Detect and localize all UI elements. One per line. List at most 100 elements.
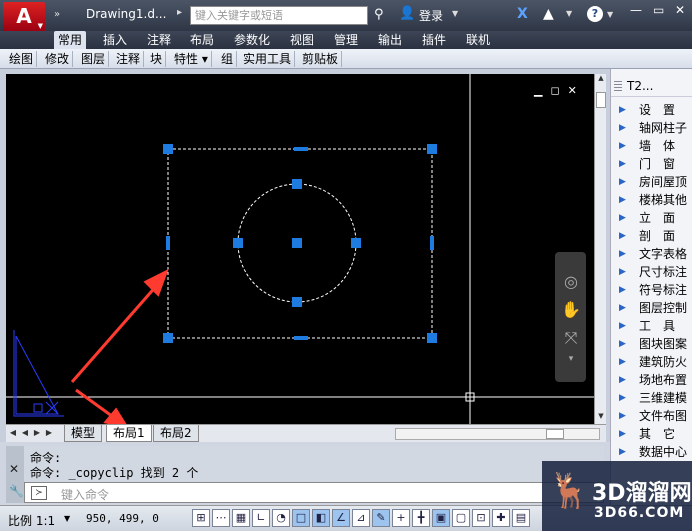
- menu-item[interactable]: ▶ 图层控制: [611, 299, 692, 317]
- menu-item[interactable]: ▶ 楼梯其他: [611, 191, 692, 209]
- panel-draw[interactable]: 绘图: [6, 51, 38, 67]
- maximize-icon[interactable]: ▭: [653, 3, 664, 17]
- grid-display-icon[interactable]: ▦: [232, 509, 250, 527]
- navbar-menu-icon[interactable]: ▾: [561, 354, 581, 364]
- menu-item[interactable]: ▶ 场地布置: [611, 371, 692, 389]
- grip-points[interactable]: [163, 144, 437, 343]
- application-menu-button[interactable]: A ▼: [3, 2, 45, 32]
- menu-item[interactable]: ▶ 三维建模: [611, 389, 692, 407]
- scroll-up-icon[interactable]: ▲: [595, 74, 607, 86]
- snap-mode-icon[interactable]: ⋯: [212, 509, 230, 527]
- tab-annotate[interactable]: 注释: [143, 31, 175, 49]
- tab-view[interactable]: 视图: [286, 31, 318, 49]
- user-icon[interactable]: 👤: [399, 6, 415, 21]
- scale-selector[interactable]: 比例 1:1: [8, 512, 55, 529]
- quick-properties-icon[interactable]: ▣: [432, 509, 450, 527]
- selection-cycling-icon[interactable]: ▢: [452, 509, 470, 527]
- menu-item[interactable]: ▶ 轴网柱子: [611, 119, 692, 137]
- minimize-icon[interactable]: —: [630, 3, 642, 17]
- title-more-icon[interactable]: ▸: [177, 7, 182, 18]
- menu-item[interactable]: ▶ 文件布图: [611, 407, 692, 425]
- menu-item[interactable]: ▶ 立 面: [611, 209, 692, 227]
- menu-item[interactable]: ▶ 工 具: [611, 317, 692, 335]
- dynamic-ucs-icon[interactable]: ⊿: [352, 509, 370, 527]
- tab-layout2[interactable]: 布局2: [153, 425, 199, 442]
- infer-constraints-icon[interactable]: ⊞: [192, 509, 210, 527]
- quick-access-more-icon[interactable]: »: [54, 9, 60, 20]
- hscroll-thumb[interactable]: [546, 429, 564, 439]
- scroll-down-icon[interactable]: ▼: [595, 412, 607, 424]
- chevron-down-icon[interactable]: ▼: [452, 9, 458, 18]
- wrench-icon[interactable]: 🔧: [9, 484, 24, 498]
- tab-home[interactable]: 常用: [54, 31, 87, 49]
- menu-item[interactable]: ▶ 门 窗: [611, 155, 692, 173]
- tab-online[interactable]: 联机: [462, 31, 494, 49]
- next-tab-icon[interactable]: ▶: [32, 428, 42, 440]
- chevron-down-icon[interactable]: ▼: [64, 514, 70, 523]
- prev-tab-icon[interactable]: ◀: [20, 428, 30, 440]
- more-dropdown-icon[interactable]: ▼: [566, 9, 572, 18]
- menu-item[interactable]: ▶ 建筑防火: [611, 353, 692, 371]
- panel-block[interactable]: 块: [147, 51, 167, 67]
- drawing-viewport[interactable]: ▁ ◻ ✕ ◎ ✋ ⤧ ▾: [6, 74, 594, 424]
- tab-manage[interactable]: 管理: [330, 31, 362, 49]
- polar-tracking-icon[interactable]: ◔: [272, 509, 290, 527]
- login-button[interactable]: 登录: [419, 7, 443, 24]
- grip-handle-icon[interactable]: [614, 81, 622, 93]
- add-icon[interactable]: ✚: [492, 509, 510, 527]
- menu-item[interactable]: ▶ 符号标注: [611, 281, 692, 299]
- menu-item[interactable]: ▶ 设 置: [611, 101, 692, 119]
- vertical-scrollbar[interactable]: ▲ ▼: [594, 74, 606, 424]
- scroll-thumb[interactable]: [596, 92, 606, 108]
- last-tab-icon[interactable]: ▶: [44, 428, 54, 440]
- panel-utilities[interactable]: 实用工具: [240, 51, 296, 67]
- binoculars-icon[interactable]: ⚲: [374, 7, 384, 22]
- menu-item[interactable]: ▶ 其 它: [611, 425, 692, 443]
- object-snap-tracking-icon[interactable]: ∠: [332, 509, 350, 527]
- a360-icon[interactable]: ▲: [543, 6, 554, 22]
- dynamic-input-icon[interactable]: ✎: [372, 509, 390, 527]
- command-prompt-icon[interactable]: ≻: [31, 486, 47, 500]
- tab-model[interactable]: 模型: [64, 425, 103, 442]
- command-input[interactable]: ≻ 键入命令: [24, 482, 604, 503]
- horizontal-scrollbar[interactable]: [395, 428, 600, 440]
- tab-output[interactable]: 输出: [374, 31, 406, 49]
- steering-wheel-icon[interactable]: ◎: [561, 272, 581, 291]
- viewport-restore-icon[interactable]: ◻: [550, 84, 559, 97]
- viewport-close-icon[interactable]: ✕: [568, 84, 577, 97]
- panel-groups[interactable]: 组: [218, 51, 238, 67]
- ortho-mode-icon[interactable]: ∟: [252, 509, 270, 527]
- first-tab-icon[interactable]: ◀: [8, 428, 18, 440]
- viewport-minimize-icon[interactable]: ▁: [534, 84, 542, 97]
- 3d-object-snap-icon[interactable]: ◧: [312, 509, 330, 527]
- search-input[interactable]: 键入关键字或短语: [190, 6, 368, 25]
- drawing-canvas[interactable]: [6, 74, 594, 424]
- annotation-monitor-icon[interactable]: ⊡: [472, 509, 490, 527]
- pan-hand-icon[interactable]: ✋: [561, 300, 581, 319]
- menu-item[interactable]: ▶ 图块图案: [611, 335, 692, 353]
- menu-item[interactable]: ▶ 数据中心: [611, 443, 692, 461]
- tab-layout[interactable]: 布局: [186, 31, 218, 49]
- panel-annotation[interactable]: 注释: [113, 51, 145, 67]
- close-window-icon[interactable]: ✕: [675, 3, 685, 17]
- object-snap-icon[interactable]: □: [292, 509, 310, 527]
- menu-item[interactable]: ▶ 尺寸标注: [611, 263, 692, 281]
- tab-parametric[interactable]: 参数化: [230, 31, 274, 49]
- panel-clipboard[interactable]: 剪贴板: [299, 51, 343, 67]
- close-icon[interactable]: ✕: [9, 462, 19, 476]
- model-icon[interactable]: ▤: [512, 509, 530, 527]
- tab-plugins[interactable]: 插件: [418, 31, 450, 49]
- chevron-down-icon[interactable]: ▼: [607, 10, 613, 19]
- tab-insert[interactable]: 插入: [99, 31, 131, 49]
- transparency-icon[interactable]: ╋: [412, 509, 430, 527]
- tab-layout1[interactable]: 布局1: [106, 425, 152, 442]
- panel-modify[interactable]: 修改: [42, 51, 74, 67]
- menu-item[interactable]: ▶ 房间屋顶: [611, 173, 692, 191]
- menu-item[interactable]: ▶ 墙 体: [611, 137, 692, 155]
- exchange-apps-icon[interactable]: X: [517, 6, 528, 22]
- lineweight-icon[interactable]: +: [392, 509, 410, 527]
- panel-properties[interactable]: 特性 ▾: [171, 51, 212, 67]
- zoom-extents-icon[interactable]: ⤧: [561, 328, 581, 348]
- menu-item[interactable]: ▶ 剖 面: [611, 227, 692, 245]
- menu-item[interactable]: ▶ 文字表格: [611, 245, 692, 263]
